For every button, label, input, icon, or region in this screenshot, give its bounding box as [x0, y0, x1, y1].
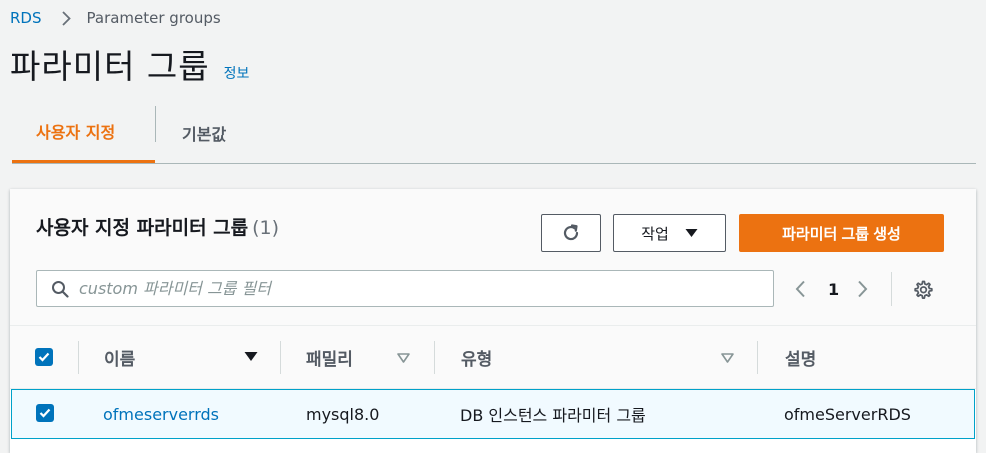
- search-icon: [51, 280, 69, 298]
- filter-input[interactable]: [79, 279, 739, 298]
- panel-title: 사용자 지정 파라미터 그룹 (1): [36, 213, 279, 240]
- column-header-type[interactable]: 유형: [461, 326, 492, 389]
- chevron-right-icon[interactable]: [857, 280, 868, 298]
- sort-icon[interactable]: [397, 353, 410, 363]
- tab-custom[interactable]: 사용자 지정: [12, 102, 155, 163]
- column-divider: [434, 341, 435, 374]
- tab-list: 사용자 지정 기본값: [12, 102, 976, 164]
- chevron-right-icon: [61, 10, 71, 26]
- column-header-family[interactable]: 패밀리: [306, 326, 353, 389]
- pager-divider: [891, 272, 893, 306]
- column-header-name[interactable]: 이름: [104, 326, 135, 389]
- breadcrumb-rds-link[interactable]: RDS: [10, 9, 42, 27]
- row-family: mysql8.0: [306, 404, 380, 424]
- panel-title-text: 사용자 지정 파라미터 그룹: [36, 217, 249, 239]
- caret-down-icon: [685, 228, 698, 238]
- column-divider: [280, 341, 281, 374]
- row-name-link[interactable]: ofmeserverrds: [103, 390, 219, 438]
- settings-gear-icon[interactable]: [913, 279, 934, 300]
- info-link[interactable]: 정보: [224, 63, 250, 83]
- chevron-left-icon[interactable]: [795, 280, 806, 298]
- panel-header: 사용자 지정 파라미터 그룹 (1) 작업 파라미터 그룹 생성 custom …: [10, 189, 976, 326]
- actions-label: 작업: [641, 225, 669, 243]
- column-divider: [757, 341, 758, 374]
- breadcrumb-current: Parameter groups: [86, 9, 221, 27]
- sort-icon[interactable]: [721, 353, 734, 363]
- refresh-icon: [561, 223, 581, 243]
- refresh-button[interactable]: [541, 214, 601, 252]
- actions-dropdown[interactable]: 작업: [613, 214, 726, 252]
- sort-desc-icon[interactable]: [244, 351, 258, 362]
- page-title: 파라미터 그룹: [10, 47, 210, 86]
- select-all-checkbox[interactable]: [35, 348, 53, 366]
- row-checkbox[interactable]: [36, 404, 54, 422]
- breadcrumb: RDS Parameter groups: [10, 9, 221, 27]
- table-header: 이름 패밀리 유형 설명: [10, 326, 976, 389]
- check-icon: [39, 408, 51, 418]
- page-header: 파라미터 그룹 정보: [10, 40, 249, 88]
- create-parameter-group-button[interactable]: 파라미터 그룹 생성: [739, 214, 944, 252]
- column-divider: [78, 341, 79, 374]
- row-type: DB 인스턴스 파라미터 그룹: [460, 406, 646, 425]
- column-header-description[interactable]: 설명: [785, 326, 816, 389]
- pagination: 1: [795, 272, 934, 306]
- panel-count: (1): [252, 217, 280, 239]
- check-icon: [38, 352, 50, 362]
- row-description: ofmeServerRDS: [784, 404, 911, 424]
- search-box: [36, 270, 774, 307]
- current-page[interactable]: 1: [828, 280, 839, 299]
- parameter-groups-panel: 사용자 지정 파라미터 그룹 (1) 작업 파라미터 그룹 생성 custom …: [10, 189, 976, 453]
- table-row[interactable]: ofmeserverrds mysql8.0 DB 인스턴스 파라미터 그룹 o…: [11, 389, 975, 439]
- tab-default[interactable]: 기본값: [156, 102, 226, 164]
